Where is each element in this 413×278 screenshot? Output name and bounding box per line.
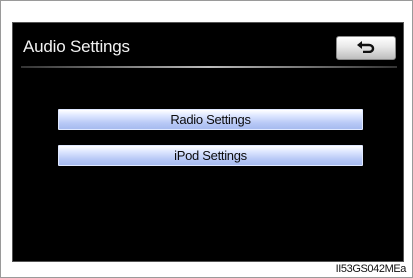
back-button[interactable] bbox=[336, 36, 396, 60]
page-title: Audio Settings bbox=[23, 37, 130, 56]
title-divider bbox=[21, 66, 397, 68]
ipod-settings-label: iPod Settings bbox=[174, 148, 247, 163]
return-arrow-icon bbox=[355, 39, 377, 58]
radio-settings-button[interactable]: Radio Settings bbox=[58, 109, 363, 130]
figure-code: II53GS042MEa bbox=[335, 263, 407, 275]
ipod-settings-button[interactable]: iPod Settings bbox=[58, 145, 363, 166]
figure-frame: Audio Settings Radio Settings iPod Setti… bbox=[0, 0, 413, 278]
display-screen: Audio Settings Radio Settings iPod Setti… bbox=[12, 22, 404, 262]
radio-settings-label: Radio Settings bbox=[170, 112, 251, 127]
